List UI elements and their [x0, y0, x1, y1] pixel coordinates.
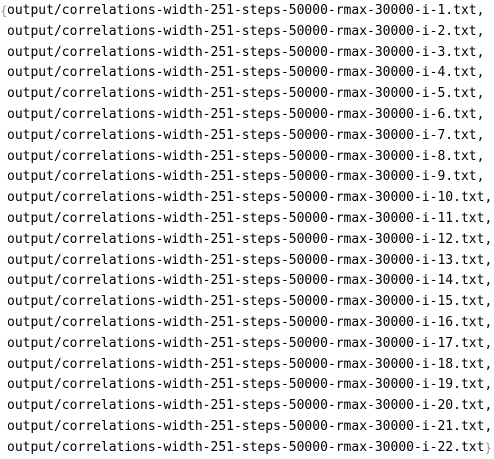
file-path: output/correlations-width-251-steps-5000…: [7, 169, 477, 185]
file-path: output/correlations-width-251-steps-5000…: [7, 377, 485, 393]
list-item: output/correlations-width-251-steps-5000…: [0, 251, 494, 272]
file-path: output/correlations-width-251-steps-5000…: [7, 356, 485, 372]
separator: ,: [484, 356, 493, 372]
separator: ,: [484, 377, 493, 393]
separator: ,: [484, 231, 493, 247]
list-item: output/correlations-width-251-steps-5000…: [0, 438, 494, 459]
separator: ,: [476, 169, 485, 185]
list-item: output/correlations-width-251-steps-5000…: [0, 63, 494, 84]
list-item: output/correlations-width-251-steps-5000…: [0, 84, 494, 105]
list-item: output/correlations-width-251-steps-5000…: [0, 22, 494, 43]
list-item: output/correlations-width-251-steps-5000…: [0, 167, 494, 188]
list-item: output/correlations-width-251-steps-5000…: [0, 188, 494, 209]
file-path: output/correlations-width-251-steps-5000…: [7, 273, 485, 289]
list-item: output/correlations-width-251-steps-5000…: [0, 375, 494, 396]
separator: ,: [484, 273, 493, 289]
list-item: output/correlations-width-251-steps-5000…: [0, 43, 494, 64]
separator: ,: [484, 335, 493, 351]
list-item: output/correlations-width-251-steps-5000…: [0, 271, 494, 292]
separator: ,: [476, 23, 485, 39]
separator: ,: [476, 3, 485, 18]
file-path: output/correlations-width-251-steps-5000…: [7, 398, 485, 414]
separator: ,: [476, 65, 485, 81]
list-item: output/correlations-width-251-steps-5000…: [0, 209, 494, 230]
file-list: {output/correlations-width-251-steps-500…: [0, 1, 494, 459]
separator: ,: [476, 86, 485, 102]
file-path: output/correlations-width-251-steps-5000…: [7, 44, 477, 60]
separator: ,: [484, 314, 493, 330]
separator: ,: [476, 148, 485, 164]
separator: ,: [476, 44, 485, 60]
file-path: output/correlations-width-251-steps-5000…: [7, 314, 485, 330]
separator: ,: [484, 252, 493, 268]
list-item: output/correlations-width-251-steps-5000…: [0, 355, 494, 376]
file-path: output/correlations-width-251-steps-5000…: [7, 252, 485, 268]
list-item: output/correlations-width-251-steps-5000…: [0, 396, 494, 417]
list-item: output/correlations-width-251-steps-5000…: [0, 126, 494, 147]
file-path: output/correlations-width-251-steps-5000…: [7, 23, 477, 39]
file-path: output/correlations-width-251-steps-5000…: [7, 148, 477, 164]
file-path: output/correlations-width-251-steps-5000…: [7, 127, 477, 143]
file-path: output/correlations-width-251-steps-5000…: [7, 231, 485, 247]
file-path: output/correlations-width-251-steps-5000…: [7, 439, 485, 455]
file-path: output/correlations-width-251-steps-5000…: [7, 294, 485, 310]
file-path: output/correlations-width-251-steps-5000…: [7, 65, 477, 81]
file-path: output/correlations-width-251-steps-5000…: [7, 210, 485, 226]
separator: ,: [484, 418, 493, 434]
file-path: output/correlations-width-251-steps-5000…: [7, 418, 485, 434]
close-brace: }: [484, 440, 493, 455]
output-cell: {output/correlations-width-251-steps-500…: [0, 0, 494, 459]
separator: ,: [476, 127, 485, 143]
list-item: output/correlations-width-251-steps-5000…: [0, 105, 494, 126]
open-brace: {: [0, 4, 8, 18]
separator: ,: [484, 210, 493, 226]
file-path: output/correlations-width-251-steps-5000…: [7, 3, 477, 18]
list-item: {output/correlations-width-251-steps-500…: [0, 1, 494, 22]
list-item: output/correlations-width-251-steps-5000…: [0, 417, 494, 438]
file-path: output/correlations-width-251-steps-5000…: [7, 86, 477, 102]
separator: ,: [484, 190, 493, 206]
file-path: output/correlations-width-251-steps-5000…: [7, 106, 477, 122]
separator: ,: [476, 106, 485, 122]
list-item: output/correlations-width-251-steps-5000…: [0, 313, 494, 334]
list-item: output/correlations-width-251-steps-5000…: [0, 230, 494, 251]
list-item: output/correlations-width-251-steps-5000…: [0, 334, 494, 355]
file-path: output/correlations-width-251-steps-5000…: [7, 335, 485, 351]
file-path: output/correlations-width-251-steps-5000…: [7, 190, 485, 206]
separator: ,: [484, 294, 493, 310]
list-item: output/correlations-width-251-steps-5000…: [0, 292, 494, 313]
list-item: output/correlations-width-251-steps-5000…: [0, 147, 494, 168]
separator: ,: [484, 398, 493, 414]
